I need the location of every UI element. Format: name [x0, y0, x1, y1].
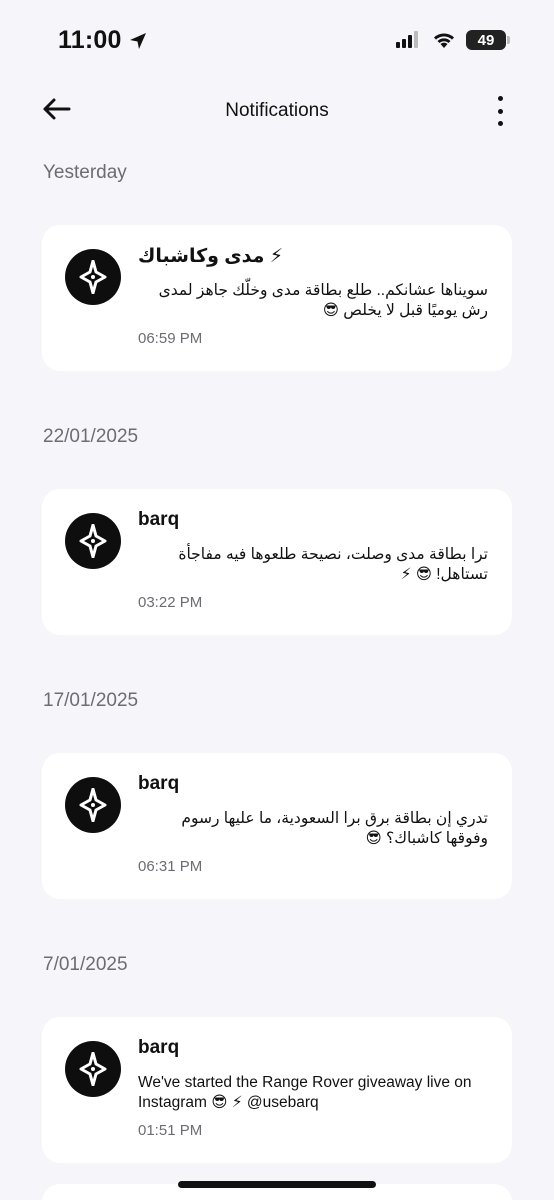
status-icons: 49: [396, 30, 510, 50]
barq-logo-avatar: [65, 777, 121, 833]
notification-time: 06:31 PM: [138, 858, 203, 875]
battery-level: 49: [477, 31, 495, 49]
notification-body: ترا بطاقة مدى وصلت، نصيحة طلعوها فيه مفا…: [178, 546, 488, 583]
location-arrow-icon: [129, 32, 146, 49]
barq-logo-icon: [79, 524, 107, 558]
status-time-text: 11:00: [58, 26, 122, 54]
notification-body: تدري إن بطاقة برق برا السعودية، ما عليها…: [181, 810, 488, 847]
barq-logo-icon: [79, 788, 107, 822]
battery-icon: 49: [466, 30, 506, 50]
notification-title: barq: [138, 509, 180, 530]
notification-time: 06:59 PM: [138, 330, 203, 347]
more-options-button[interactable]: [492, 96, 508, 126]
more-dot-icon: [497, 121, 503, 126]
more-dot-icon: [497, 96, 503, 101]
barq-logo-icon: [79, 260, 107, 294]
notification-title: barq: [138, 1037, 180, 1058]
status-bar: 11:00 49: [0, 0, 554, 82]
wifi-icon: [434, 33, 454, 48]
battery-tip: [507, 36, 510, 44]
section-label-date: 17/01/2025: [43, 690, 139, 711]
notification-time: 03:22 PM: [138, 594, 203, 611]
notification-card[interactable]: barq We've started the Range Rover givea…: [42, 1017, 512, 1163]
status-time: 11:00: [58, 26, 148, 55]
section-label-date: 7/01/2025: [43, 954, 128, 975]
notification-title: ⚡ مدى وكاشباك: [138, 246, 284, 267]
cellular-signal-icon: [396, 31, 418, 48]
notification-card[interactable]: ⚡ مدى وكاشباك سويناها عشانكم.. طلع بطاقة…: [42, 225, 512, 371]
barq-logo-icon: [79, 1052, 107, 1086]
section-label-yesterday: Yesterday: [43, 162, 127, 183]
notification-title: barq: [138, 773, 180, 794]
home-indicator[interactable]: [178, 1181, 376, 1188]
barq-logo-avatar: [65, 513, 121, 569]
notification-body: We've started the Range Rover giveaway l…: [138, 1074, 472, 1111]
more-dot-icon: [497, 108, 503, 114]
notification-body: سويناها عشانكم.. طلع بطاقة مدى وخلّك جاه…: [158, 282, 488, 319]
notification-time: 01:51 PM: [138, 1122, 203, 1139]
app-header: Notifications: [0, 82, 554, 142]
section-label-date: 22/01/2025: [43, 426, 139, 447]
notification-card[interactable]: barq ترا بطاقة مدى وصلت، نصيحة طلعوها في…: [42, 489, 512, 635]
barq-logo-avatar: [65, 1041, 121, 1097]
page-title: Notifications: [225, 100, 329, 121]
barq-logo-avatar: [65, 249, 121, 305]
notification-card[interactable]: barq تدري إن بطاقة برق برا السعودية، ما …: [42, 753, 512, 899]
